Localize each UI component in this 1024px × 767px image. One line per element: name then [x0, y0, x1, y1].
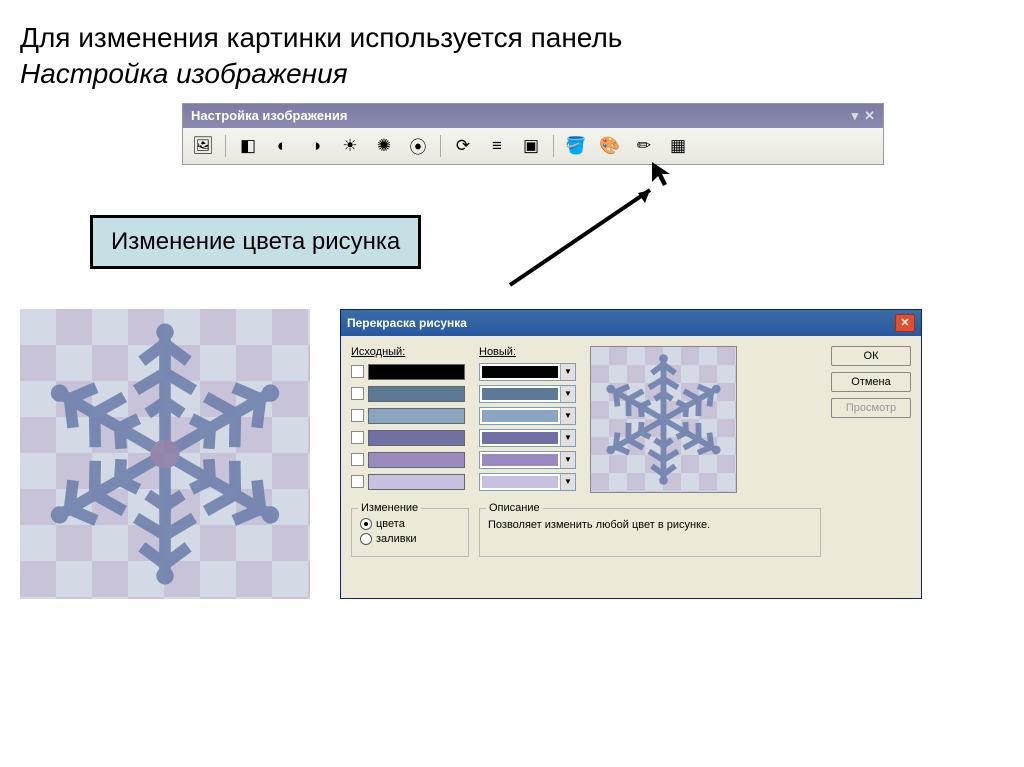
original-swatch — [368, 452, 465, 468]
preview-image — [590, 346, 737, 493]
original-swatch — [368, 474, 465, 490]
column-new-header: Новый: — [479, 346, 576, 358]
original-color-row — [351, 406, 465, 426]
new-color-dropdown[interactable]: ▼ — [479, 451, 576, 469]
image-toolbar: Настройка изображения ▾ ✕ 🖼 ◧ ◐ ◑ ☀ ✺ ⦿ ⟳ ≡ ▣ 🪣 🎨 ✏ ▦ — [182, 103, 884, 165]
brightness-up-icon[interactable]: ☀ — [338, 134, 362, 158]
heading-line1: Для изменения картинки используется пане… — [20, 22, 622, 53]
compress-icon[interactable]: ▣ — [519, 134, 543, 158]
new-color-row: ▼ — [479, 362, 576, 382]
toolbar-separator — [440, 135, 441, 157]
color-checkbox[interactable] — [351, 475, 364, 488]
new-color-row: ▼ — [479, 384, 576, 404]
recolor-icon[interactable]: 🪣 — [564, 134, 588, 158]
color-checkbox[interactable] — [351, 387, 364, 400]
chevron-down-icon: ▼ — [560, 364, 575, 380]
new-color-row: ▼ — [479, 472, 576, 492]
toolbar-separator — [225, 135, 226, 157]
radio-fills[interactable]: заливки — [360, 533, 460, 545]
original-swatch — [368, 386, 465, 402]
color-mode-icon[interactable]: ◧ — [236, 134, 260, 158]
column-original-header: Исходный: — [351, 346, 465, 358]
new-color-row: ▼ — [479, 450, 576, 470]
chevron-down-icon: ▼ — [560, 430, 575, 446]
callout-arrow — [500, 175, 700, 295]
original-color-row — [351, 362, 465, 382]
description-text: Позволяет изменить любой цвет в рисунке. — [488, 515, 812, 531]
new-color-dropdown[interactable]: ▼ — [479, 473, 576, 491]
cancel-button[interactable]: Отмена — [831, 372, 911, 392]
dialog-close-button[interactable]: ✕ — [895, 314, 915, 332]
chevron-down-icon: ▼ — [560, 474, 575, 490]
change-groupbox: Изменение цвета заливки — [351, 508, 469, 557]
dialog-title-text: Перекраска рисунка — [347, 316, 467, 330]
new-color-row: ▼ — [479, 406, 576, 426]
description-group-title: Описание — [486, 502, 543, 514]
color-checkbox[interactable] — [351, 365, 364, 378]
new-color-dropdown[interactable]: ▼ — [479, 407, 576, 425]
color-checkbox[interactable] — [351, 409, 364, 422]
toolbar-titlebar: Настройка изображения ▾ ✕ — [183, 104, 883, 128]
new-color-dropdown[interactable]: ▼ — [479, 429, 576, 447]
callout-label: Изменение цвета рисунка — [90, 215, 421, 269]
contrast-up-icon[interactable]: ◐ — [270, 134, 294, 158]
toolbar-title-text: Настройка изображения — [191, 108, 347, 123]
heading-line2: Настройка изображения — [20, 58, 348, 89]
rotate-icon[interactable]: ⟳ — [451, 134, 475, 158]
original-color-row — [351, 384, 465, 404]
transparent-icon[interactable]: 🎨 — [598, 134, 622, 158]
new-color-row: ▼ — [479, 428, 576, 448]
original-color-row — [351, 428, 465, 448]
original-color-row — [351, 472, 465, 492]
dialog-titlebar[interactable]: Перекраска рисунка ✕ — [341, 310, 921, 336]
radio-icon — [360, 518, 372, 530]
radio-colors-label: цвета — [376, 518, 405, 530]
line-style-icon[interactable]: ≡ — [485, 134, 509, 158]
toolbar-body: 🖼 ◧ ◐ ◑ ☀ ✺ ⦿ ⟳ ≡ ▣ 🪣 🎨 ✏ ▦ — [183, 128, 883, 164]
color-checkbox[interactable] — [351, 453, 364, 466]
new-color-dropdown[interactable]: ▼ — [479, 385, 576, 403]
preview-button[interactable]: Просмотр — [831, 398, 911, 418]
ok-button[interactable]: ОК — [831, 346, 911, 366]
radio-icon — [360, 533, 372, 545]
crop-icon[interactable]: ⦿ — [406, 134, 430, 158]
brightness-down-icon[interactable]: ✺ — [372, 134, 396, 158]
toolbar-separator — [553, 135, 554, 157]
radio-fills-label: заливки — [376, 533, 417, 545]
page-heading: Для изменения картинки используется пане… — [20, 20, 1004, 93]
format-icon[interactable]: ▦ — [666, 134, 690, 158]
description-groupbox: Описание Позволяет изменить любой цвет в… — [479, 508, 821, 557]
radio-colors[interactable]: цвета — [360, 518, 460, 530]
original-swatch — [368, 364, 465, 380]
toolbar-close-icon[interactable]: ✕ — [864, 108, 875, 124]
original-swatch — [368, 430, 465, 446]
toolbar-options-icon[interactable]: ▾ — [852, 108, 859, 124]
chevron-down-icon: ▼ — [560, 386, 575, 402]
cursor-icon — [650, 160, 680, 190]
color-checkbox[interactable] — [351, 431, 364, 444]
chevron-down-icon: ▼ — [560, 452, 575, 468]
original-color-row — [351, 450, 465, 470]
recolor-dialog: Перекраска рисунка ✕ Исходный: Новый: ▼ ▼… — [340, 309, 922, 599]
callout-text: Изменение цвета рисунка — [111, 228, 400, 255]
original-swatch — [368, 408, 465, 424]
insert-image-icon[interactable]: 🖼 — [191, 134, 215, 158]
contrast-down-icon[interactable]: ◑ — [304, 134, 328, 158]
new-color-dropdown[interactable]: ▼ — [479, 363, 576, 381]
chevron-down-icon: ▼ — [560, 408, 575, 424]
change-group-title: Изменение — [358, 502, 421, 514]
sample-image — [20, 309, 310, 599]
reset-icon[interactable]: ✏ — [632, 134, 656, 158]
